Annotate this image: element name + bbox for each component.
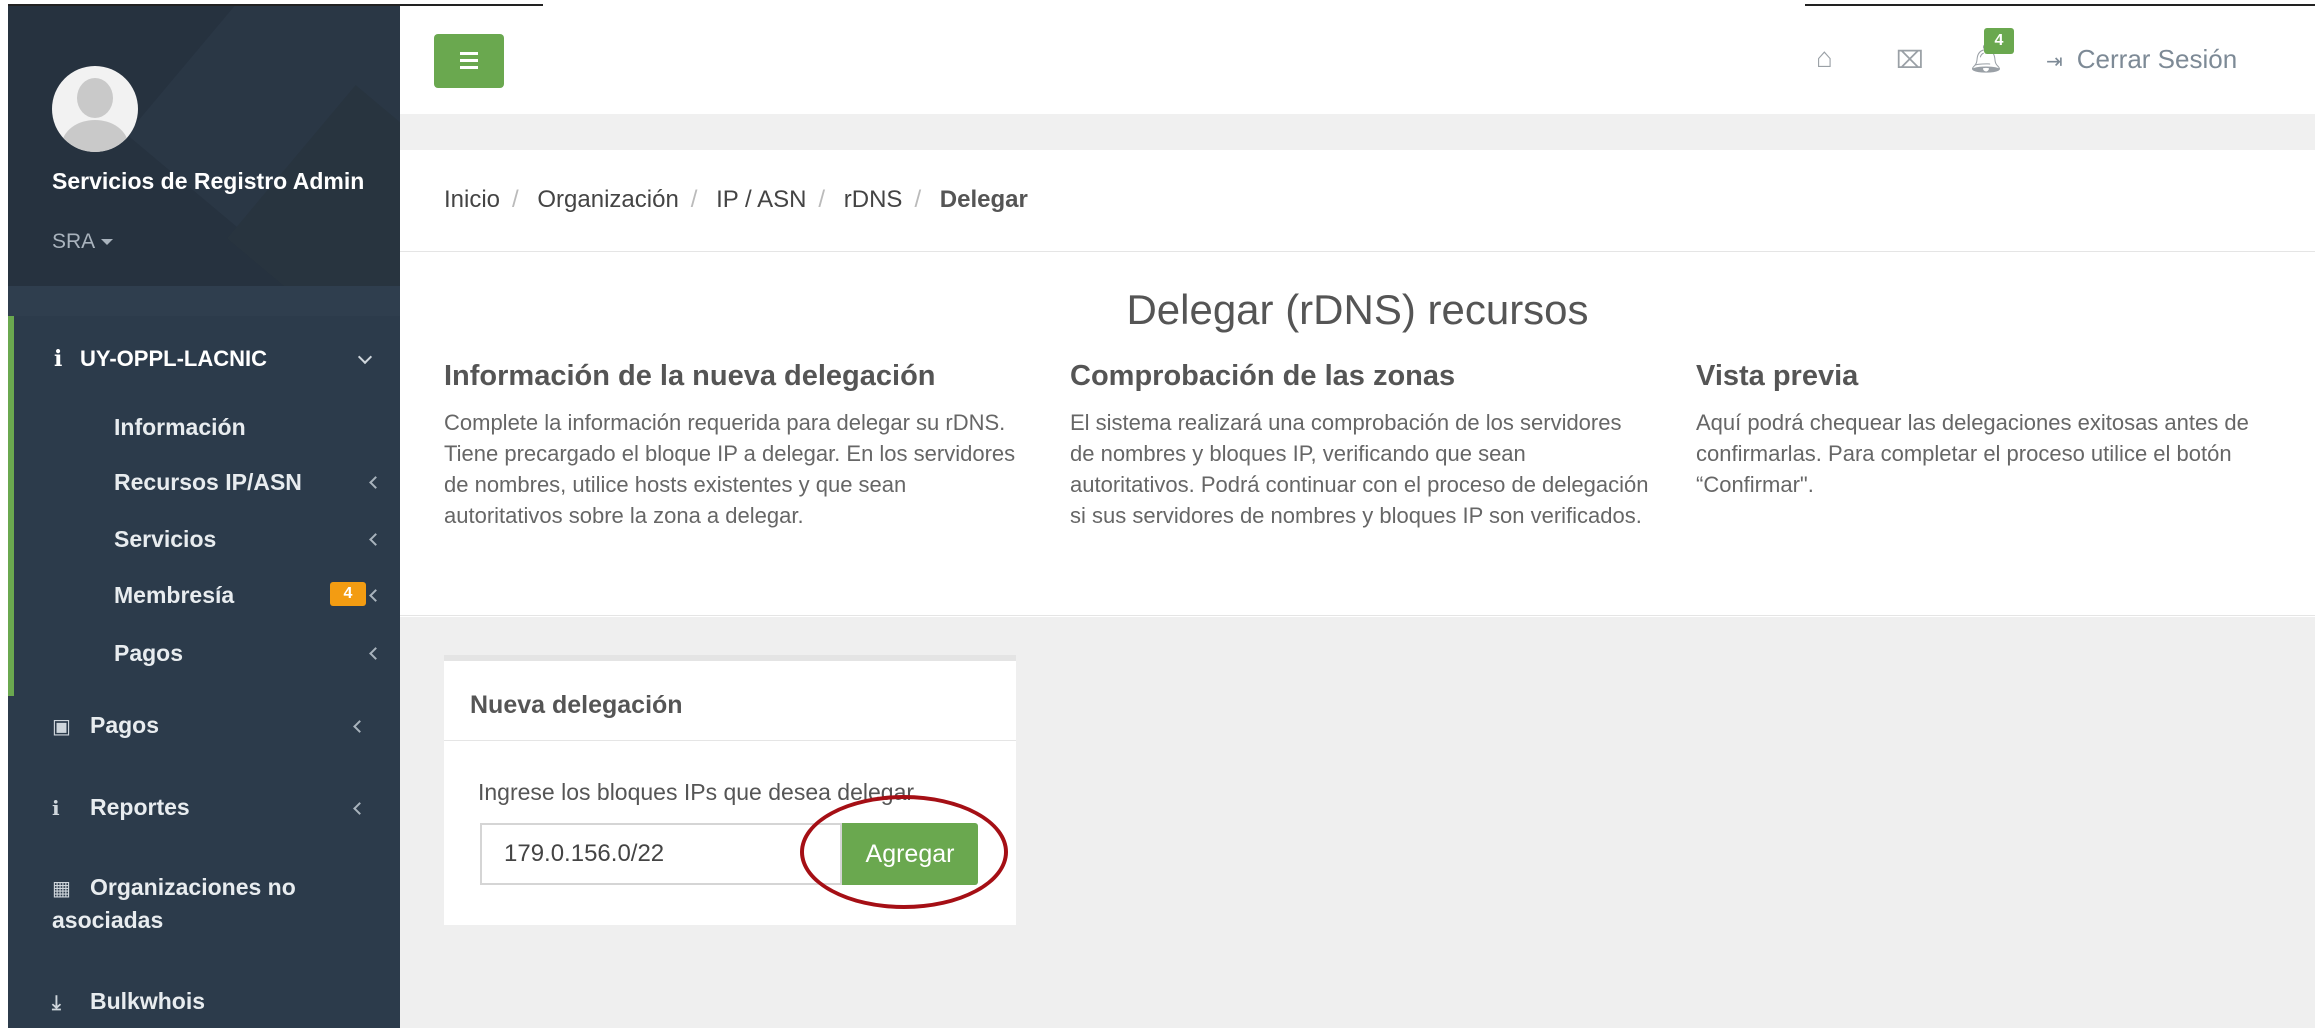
chevron-left-icon[interactable]	[369, 476, 382, 489]
card-title: Nueva delegación	[470, 691, 683, 719]
chevron-left-icon[interactable]	[369, 533, 382, 546]
caret-down-icon	[101, 239, 114, 246]
sidebar: Servicios de Registro Admin SRA i UY-OPPL…	[8, 6, 400, 1028]
user-name: Servicios de Registro Admin	[52, 168, 365, 194]
download-icon: ⤓	[52, 992, 61, 1014]
breadcrumb: Inicio / Organización / IP / ASN / rDNS / De…	[400, 150, 2315, 252]
page-title: Delegar (rDNS) recursos	[1126, 286, 1589, 333]
chevron-left-icon[interactable]	[369, 647, 382, 660]
top-bar: ⌂ ⌧ 🔔︎ 4 ⇥ Cerrar Sesión	[400, 6, 2315, 114]
logout-icon: ⇥	[2046, 51, 2063, 73]
chevron-left-icon[interactable]	[353, 720, 366, 733]
info-icon: i	[54, 346, 63, 372]
breadcrumb-rdns[interactable]: rDNS	[844, 186, 903, 213]
ip-block-input[interactable]	[480, 823, 842, 885]
org-menu: i UY-OPPL-LACNIC Información Recursos IP/…	[8, 316, 400, 696]
ip-blocks-label: Ingrese los bloques IPs que desea delega…	[478, 779, 915, 805]
info-column-vista-previa: Vista previa Aquí podrá chequear las del…	[1696, 360, 2249, 497]
membresia-badge: 4	[330, 582, 366, 606]
avatar[interactable]	[52, 66, 138, 152]
notification-badge: 4	[1984, 28, 2014, 54]
menu-toggle-button[interactable]	[434, 34, 504, 88]
sidebar-item-recursos[interactable]: Recursos IP/ASN	[114, 469, 302, 496]
home-icon[interactable]: ⌂	[1816, 42, 1833, 74]
sidebar-item-bulkwhois[interactable]: ⤓ Bulkwhois	[52, 986, 205, 1019]
breadcrumb-organizacion[interactable]: Organización	[537, 186, 678, 213]
user-panel: Servicios de Registro Admin SRA	[8, 6, 400, 286]
breadcrumb-inicio[interactable]: Inicio	[444, 186, 500, 213]
sidebar-item-servicios[interactable]: Servicios	[114, 526, 216, 553]
sidebar-item-pagos[interactable]: ▣ Pagos	[52, 710, 159, 743]
sidebar-item-informacion[interactable]: Información	[114, 414, 246, 441]
chevron-down-icon[interactable]	[357, 349, 373, 365]
logout-button[interactable]: ⇥ Cerrar Sesión	[2046, 44, 2237, 75]
sidebar-item-organizaciones[interactable]: ▦ Organizaciones no asociadas	[52, 872, 352, 936]
money-icon: ▣	[52, 716, 71, 738]
new-delegation-card: Nueva delegación Ingrese los bloques IPs…	[444, 655, 1016, 925]
user-role-dropdown[interactable]: SRA	[52, 230, 114, 254]
chevron-left-icon[interactable]	[353, 802, 366, 815]
breadcrumb-delegar: Delegar	[939, 186, 1028, 213]
sidebar-item-membresia[interactable]: Membresía	[114, 582, 234, 609]
grid-icon: ▦	[52, 878, 71, 900]
add-button[interactable]: Agregar	[842, 823, 978, 885]
org-menu-header[interactable]: i UY-OPPL-LACNIC	[54, 346, 267, 372]
info-icon: i	[52, 796, 60, 820]
info-column-comprobacion: Comprobación de las zonas El sistema rea…	[1070, 360, 1649, 528]
translate-icon[interactable]: ⌧	[1896, 46, 1924, 75]
chevron-left-icon[interactable]	[369, 589, 382, 602]
breadcrumb-ip-asn[interactable]: IP / ASN	[716, 186, 806, 213]
info-column-delegacion: Información de la nueva delegación Compl…	[444, 360, 1016, 528]
sidebar-item-reportes[interactable]: i Reportes	[52, 792, 190, 824]
sidebar-item-pagos-org[interactable]: Pagos	[114, 640, 183, 667]
info-section: Delegar (rDNS) recursos Información de l…	[400, 252, 2315, 616]
